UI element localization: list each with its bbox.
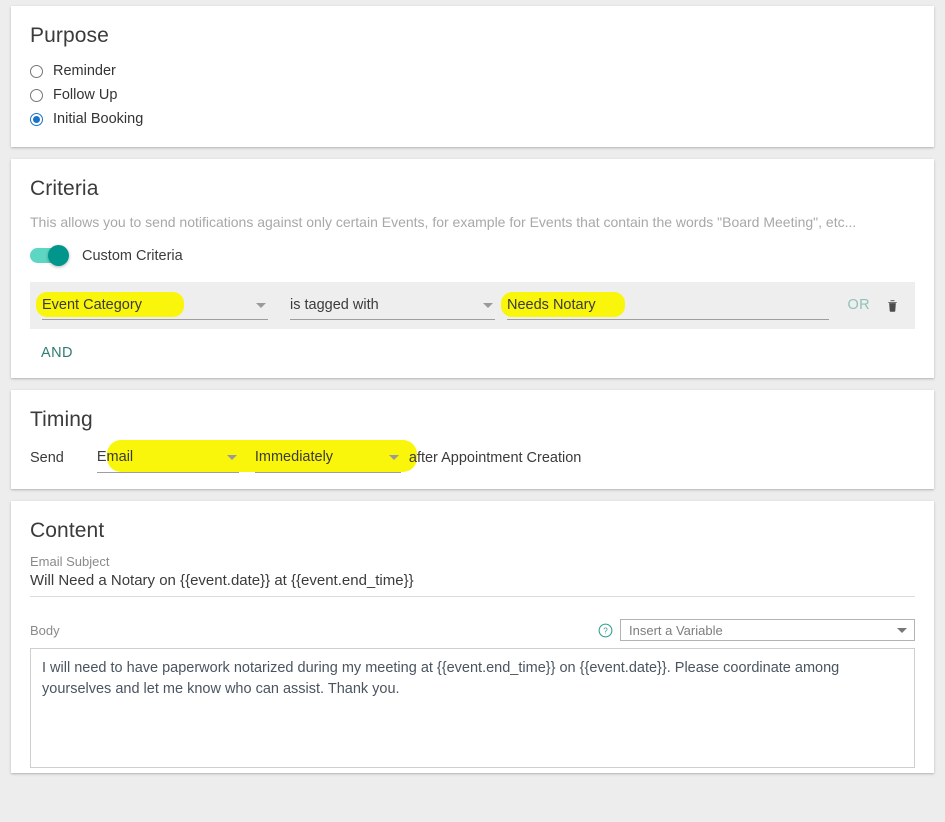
timing-when-select[interactable]: Immediately: [254, 443, 401, 473]
purpose-option-follow-up[interactable]: Follow Up: [30, 83, 915, 107]
chevron-down-icon[interactable]: [897, 628, 907, 634]
body-header: Body ? Insert a Variable: [30, 619, 915, 642]
purpose-option-initial-booking[interactable]: Initial Booking: [30, 107, 915, 131]
chevron-down-icon[interactable]: [483, 302, 493, 308]
timing-row: Send Email Immediately after Appointment…: [30, 439, 915, 473]
criteria-description: This allows you to send notifications ag…: [30, 214, 857, 231]
criteria-value-select[interactable]: Needs Notary: [501, 290, 830, 321]
purpose-card: Purpose Reminder Follow Up Initial Booki…: [11, 6, 934, 148]
insert-variable-placeholder: Insert a Variable: [629, 622, 723, 638]
email-subject-input[interactable]: [30, 572, 915, 598]
radio-icon-unchecked[interactable]: [30, 64, 43, 78]
criteria-row: Event Category is tagged with Needs Nota…: [30, 281, 915, 329]
email-subject-label: Email Subject: [30, 554, 110, 570]
radio-icon-unchecked[interactable]: [30, 88, 43, 102]
radio-icon-checked[interactable]: [30, 112, 43, 126]
criteria-operator-select[interactable]: is tagged with: [290, 290, 495, 321]
purpose-radio-group[interactable]: Reminder Follow Up Initial Booking: [30, 59, 915, 131]
timing-title: Timing: [30, 407, 93, 431]
question-circle-icon[interactable]: ?: [598, 623, 613, 638]
purpose-option-label: Follow Up: [53, 87, 118, 104]
content-card: Content Email Subject Body ? Insert a Va…: [11, 500, 934, 774]
custom-criteria-toggle[interactable]: [30, 245, 69, 267]
timing-suffix-label: after Appointment Creation: [408, 449, 582, 466]
purpose-title: Purpose: [30, 24, 109, 47]
purpose-option-label: Initial Booking: [53, 111, 144, 128]
body-label: Body: [30, 622, 60, 638]
toggle-knob: [48, 245, 69, 267]
svg-text:?: ?: [603, 626, 608, 635]
content-title: Content: [30, 518, 105, 542]
criteria-operator-value: is tagged with: [290, 296, 379, 313]
timing-channel-value: Email: [96, 449, 134, 466]
insert-variable-select[interactable]: Insert a Variable: [620, 619, 915, 642]
add-and-condition-link[interactable]: AND: [41, 345, 73, 361]
notification-settings-page: Purpose Reminder Follow Up Initial Booki…: [0, 0, 945, 774]
purpose-option-label: Reminder: [53, 63, 116, 80]
trash-icon[interactable]: [884, 296, 901, 315]
criteria-or-label[interactable]: OR: [847, 297, 870, 313]
criteria-category-select[interactable]: Event Category: [36, 290, 268, 321]
timing-prefix-label: Send: [30, 449, 64, 466]
criteria-value-value: Needs Notary: [507, 296, 596, 313]
timing-when-value: Immediately: [254, 449, 334, 466]
timing-channel-select[interactable]: Email: [96, 443, 239, 473]
chevron-down-icon[interactable]: [226, 455, 237, 461]
custom-criteria-toggle-row[interactable]: Custom Criteria: [30, 245, 915, 267]
custom-criteria-label: Custom Criteria: [82, 247, 183, 264]
email-body-textarea[interactable]: I will need to have paperwork notarized …: [30, 648, 915, 769]
purpose-option-reminder[interactable]: Reminder: [30, 59, 915, 83]
criteria-card: Criteria This allows you to send notific…: [11, 159, 934, 378]
chevron-down-icon[interactable]: [388, 455, 399, 461]
criteria-category-value: Event Category: [42, 296, 142, 313]
chevron-down-icon[interactable]: [256, 302, 266, 308]
timing-card: Timing Send Email Immediately after Appo…: [11, 389, 934, 489]
criteria-title: Criteria: [30, 177, 99, 201]
